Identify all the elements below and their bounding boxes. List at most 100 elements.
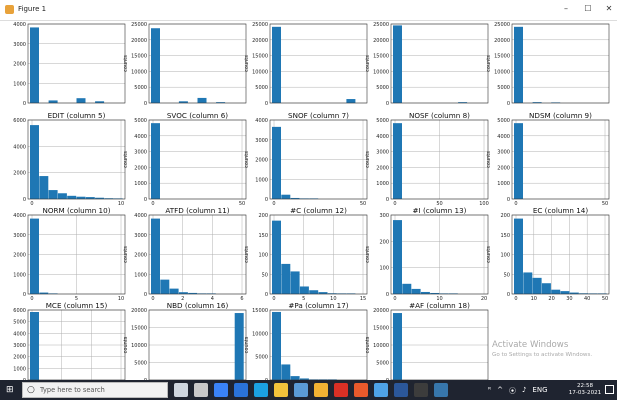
axes-frame bbox=[390, 23, 489, 104]
histogram-bar bbox=[151, 28, 160, 103]
histogram-bar bbox=[541, 283, 551, 294]
word-icon[interactable] bbox=[394, 383, 408, 397]
panel-title: #Pa (column 17) bbox=[288, 301, 348, 310]
pdf-icon[interactable] bbox=[334, 383, 348, 397]
y-tick-label: 100 bbox=[258, 253, 268, 259]
panel-title: SNOF (column 7) bbox=[288, 111, 349, 120]
y-tick-label: 1000 bbox=[13, 81, 26, 87]
histogram-panel: 25000 20000 15000 10000 5000 0 counts bbox=[365, 22, 489, 107]
photos-icon[interactable] bbox=[294, 383, 308, 397]
axes-frame bbox=[511, 119, 610, 200]
y-tick-label: 25000 bbox=[373, 22, 389, 28]
mail-icon[interactable] bbox=[234, 383, 248, 397]
y-axis-label: counts bbox=[123, 55, 129, 72]
y-axis-label: counts bbox=[486, 55, 492, 72]
y-tick-label: 4000 bbox=[13, 213, 26, 219]
y-tick-label: 2000 bbox=[13, 171, 26, 177]
y-tick-label: 10000 bbox=[494, 69, 510, 75]
clock[interactable]: 22:58 17-03-2021 bbox=[568, 383, 602, 397]
histogram-panel: SNOF (column 7) 4000 3000 2000 1000 00 50 count… bbox=[244, 111, 368, 207]
histogram-bar bbox=[281, 194, 291, 199]
y-tick-label: 50 bbox=[262, 272, 268, 278]
x-tick-label: 0 bbox=[272, 296, 275, 302]
y-tick-label: 3000 bbox=[13, 233, 26, 239]
y-tick-label: 200 bbox=[258, 213, 268, 219]
y-axis-label: counts bbox=[244, 55, 250, 72]
y-tick-label: 300 bbox=[379, 213, 389, 219]
taskbar: ⊞ ○ Type here to search ᴿ ^ ⦿ ♪ ENG 22:5… bbox=[0, 380, 617, 400]
y-tick-label: 20000 bbox=[494, 38, 510, 44]
histogram-bar bbox=[393, 313, 402, 380]
y-tick-label: 1000 bbox=[13, 272, 26, 278]
y-axis-label: counts bbox=[123, 336, 129, 353]
axes-frame bbox=[148, 23, 247, 104]
x-tick-label: 0 bbox=[30, 296, 33, 302]
y-tick-label: 1000 bbox=[134, 272, 147, 278]
histogram-panel: NORM (column 10)400030002000100000 5 10 bbox=[13, 206, 126, 302]
search-box[interactable]: ○ Type here to search bbox=[22, 382, 168, 398]
histogram-bar bbox=[514, 218, 523, 294]
x-tick-label: 15 bbox=[360, 296, 366, 302]
paint-icon[interactable] bbox=[374, 383, 388, 397]
y-tick-label: 4000 bbox=[13, 144, 26, 150]
y-axis-label: counts bbox=[123, 246, 129, 263]
histogram-panel: 25000 20000 15000 10000 5000 0 counts bbox=[486, 22, 610, 107]
y-tick-label: 0 bbox=[265, 292, 268, 298]
window-titlebar: Figure 1 – ☐ ✕ bbox=[0, 0, 617, 21]
histogram-bar bbox=[272, 126, 281, 199]
axes-frame bbox=[148, 119, 247, 200]
language-indicator[interactable]: ENG bbox=[532, 386, 547, 396]
network-icon[interactable]: ⦿ bbox=[509, 386, 516, 396]
y-tick-label: 15000 bbox=[252, 308, 268, 314]
y-tick-label: 0 bbox=[144, 101, 147, 107]
histogram-bar bbox=[402, 283, 412, 294]
app-red-icon[interactable] bbox=[354, 383, 368, 397]
panel-title: NBD (column 16) bbox=[167, 301, 229, 310]
histogram-bar bbox=[560, 291, 570, 294]
y-tick-label: 15000 bbox=[494, 54, 510, 60]
histogram-bar bbox=[299, 286, 309, 294]
tray-chevron-icon[interactable]: ^ bbox=[497, 386, 503, 396]
minimize-button[interactable]: – bbox=[556, 2, 576, 16]
y-tick-label: 5000 bbox=[13, 320, 26, 326]
y-tick-label: 20000 bbox=[131, 38, 147, 44]
y-tick-label: 0 bbox=[144, 197, 147, 203]
x-tick-label: 0 bbox=[393, 296, 396, 302]
histogram-bar bbox=[57, 193, 67, 199]
y-tick-label: 1000 bbox=[497, 181, 510, 187]
people-icon[interactable]: ᴿ bbox=[488, 386, 491, 396]
y-tick-label: 0 bbox=[507, 101, 510, 107]
start-button[interactable]: ⊞ bbox=[6, 385, 16, 395]
panel-title: NDSM (column 9) bbox=[529, 111, 592, 120]
y-tick-label: 2000 bbox=[497, 165, 510, 171]
close-button[interactable]: ✕ bbox=[599, 2, 617, 16]
histogram-bar bbox=[532, 277, 542, 294]
file-explorer-icon[interactable] bbox=[274, 383, 288, 397]
edge-icon[interactable] bbox=[254, 383, 268, 397]
y-tick-label: 0 bbox=[386, 292, 389, 298]
histogram-bar bbox=[48, 100, 58, 103]
axes-frame bbox=[511, 23, 610, 104]
maximize-button[interactable]: ☐ bbox=[578, 2, 598, 16]
task-view-icon[interactable] bbox=[194, 383, 208, 397]
terminal-icon[interactable] bbox=[414, 383, 428, 397]
y-tick-label: 4000 bbox=[13, 22, 26, 28]
mic-icon[interactable] bbox=[174, 383, 188, 397]
y-tick-label: 5000 bbox=[134, 361, 147, 367]
histogram-bar bbox=[393, 220, 402, 294]
y-tick-label: 1000 bbox=[376, 181, 389, 187]
notification-icon[interactable] bbox=[605, 385, 614, 394]
chrome-icon[interactable] bbox=[314, 383, 328, 397]
y-tick-label: 3000 bbox=[134, 233, 147, 239]
x-tick-label: 0 bbox=[514, 296, 517, 302]
histogram-grid: 4000300020001000025000200001500010000500… bbox=[13, 22, 610, 380]
python-icon[interactable] bbox=[434, 383, 448, 397]
y-axis-label: counts bbox=[123, 151, 129, 168]
store-icon[interactable] bbox=[214, 383, 228, 397]
histogram-panel: 25000 20000 15000 10000 5000 0 counts bbox=[123, 22, 247, 107]
histogram-bar bbox=[551, 289, 561, 294]
volume-icon[interactable]: ♪ bbox=[522, 386, 526, 396]
x-tick-label: 0 bbox=[272, 201, 275, 207]
y-tick-label: 2000 bbox=[376, 165, 389, 171]
histogram-bar bbox=[309, 290, 319, 294]
